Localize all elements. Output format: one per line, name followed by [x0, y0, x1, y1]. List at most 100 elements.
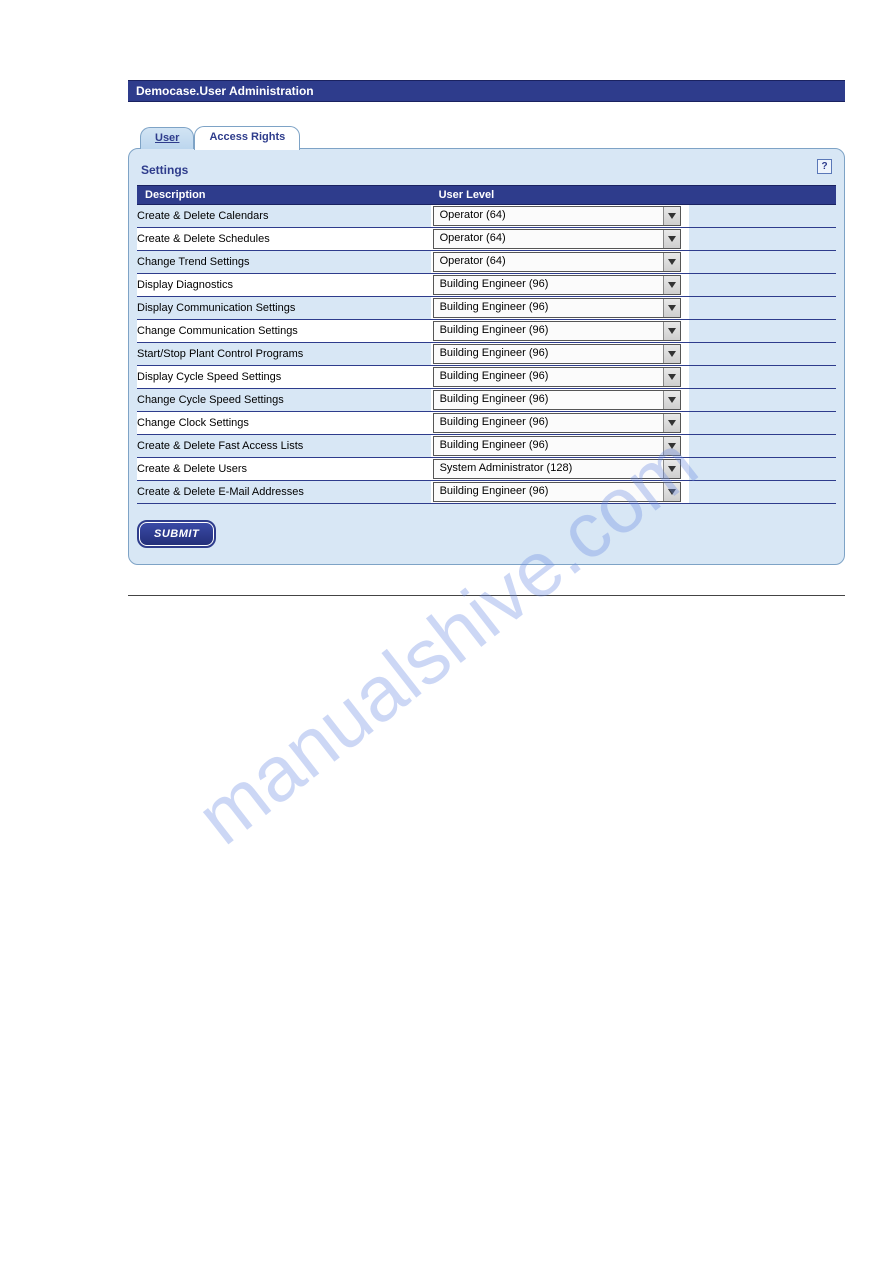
- cell-empty: [689, 251, 836, 274]
- cell-description: Display Cycle Speed Settings: [137, 366, 431, 389]
- table-row: Change Clock SettingsBuilding Engineer (…: [137, 412, 836, 435]
- dropdown-value: Building Engineer (96): [434, 368, 663, 386]
- dropdown-value: Building Engineer (96): [434, 276, 663, 294]
- user-level-dropdown[interactable]: Building Engineer (96): [433, 367, 681, 387]
- cell-user-level: Building Engineer (96): [431, 274, 690, 297]
- dropdown-value: Building Engineer (96): [434, 414, 663, 432]
- user-level-dropdown[interactable]: Building Engineer (96): [433, 298, 681, 318]
- col-header-empty: [689, 186, 836, 205]
- tab-user[interactable]: User: [140, 127, 194, 149]
- dropdown-value: Building Engineer (96): [434, 391, 663, 409]
- cell-description: Create & Delete E-Mail Addresses: [137, 481, 431, 504]
- cell-description: Change Communication Settings: [137, 320, 431, 343]
- cell-empty: [689, 481, 836, 504]
- cell-empty: [689, 343, 836, 366]
- chevron-down-icon: [663, 253, 680, 271]
- tab-access-rights[interactable]: Access Rights: [194, 126, 300, 150]
- cell-description: Change Clock Settings: [137, 412, 431, 435]
- chevron-down-icon: [663, 207, 680, 225]
- cell-empty: [689, 366, 836, 389]
- table-row: Display DiagnosticsBuilding Engineer (96…: [137, 274, 836, 297]
- dropdown-value: System Administrator (128): [434, 460, 663, 478]
- settings-table: Description User Level Create & Delete C…: [137, 185, 836, 504]
- cell-description: Create & Delete Fast Access Lists: [137, 435, 431, 458]
- chevron-down-icon: [663, 483, 680, 501]
- dropdown-value: Building Engineer (96): [434, 437, 663, 455]
- user-level-dropdown[interactable]: Building Engineer (96): [433, 436, 681, 456]
- cell-empty: [689, 274, 836, 297]
- chevron-down-icon: [663, 391, 680, 409]
- col-header-user-level: User Level: [431, 186, 690, 205]
- table-row: Display Communication SettingsBuilding E…: [137, 297, 836, 320]
- cell-empty: [689, 320, 836, 343]
- dropdown-value: Building Engineer (96): [434, 345, 663, 363]
- chevron-down-icon: [663, 299, 680, 317]
- chevron-down-icon: [663, 437, 680, 455]
- table-row: Change Trend SettingsOperator (64): [137, 251, 836, 274]
- table-row: Create & Delete E-Mail AddressesBuilding…: [137, 481, 836, 504]
- cell-user-level: Building Engineer (96): [431, 320, 690, 343]
- cell-empty: [689, 458, 836, 481]
- chevron-down-icon: [663, 414, 680, 432]
- cell-empty: [689, 205, 836, 228]
- cell-user-level: Building Engineer (96): [431, 297, 690, 320]
- cell-user-level: Building Engineer (96): [431, 412, 690, 435]
- user-level-dropdown[interactable]: Building Engineer (96): [433, 482, 681, 502]
- chevron-down-icon: [663, 368, 680, 386]
- cell-description: Create & Delete Users: [137, 458, 431, 481]
- submit-button[interactable]: SUBMIT: [139, 522, 214, 546]
- user-level-dropdown[interactable]: Building Engineer (96): [433, 275, 681, 295]
- table-row: Change Cycle Speed SettingsBuilding Engi…: [137, 389, 836, 412]
- panel-title: Settings: [137, 157, 836, 185]
- cell-empty: [689, 389, 836, 412]
- dropdown-value: Operator (64): [434, 253, 663, 271]
- user-level-dropdown[interactable]: Building Engineer (96): [433, 390, 681, 410]
- chevron-down-icon: [663, 460, 680, 478]
- cell-empty: [689, 412, 836, 435]
- user-level-dropdown[interactable]: Operator (64): [433, 206, 681, 226]
- user-level-dropdown[interactable]: Building Engineer (96): [433, 344, 681, 364]
- tab-strip: User Access Rights: [128, 126, 845, 149]
- cell-empty: [689, 228, 836, 251]
- dropdown-value: Operator (64): [434, 230, 663, 248]
- help-icon[interactable]: ?: [817, 159, 832, 174]
- cell-user-level: Building Engineer (96): [431, 481, 690, 504]
- table-row: Create & Delete Fast Access ListsBuildin…: [137, 435, 836, 458]
- user-level-dropdown[interactable]: Operator (64): [433, 229, 681, 249]
- cell-user-level: Building Engineer (96): [431, 389, 690, 412]
- user-level-dropdown[interactable]: Building Engineer (96): [433, 321, 681, 341]
- cell-user-level: Building Engineer (96): [431, 366, 690, 389]
- cell-user-level: Operator (64): [431, 251, 690, 274]
- chevron-down-icon: [663, 276, 680, 294]
- separator: [128, 595, 845, 596]
- cell-empty: [689, 297, 836, 320]
- title-bar: Democase.User Administration: [128, 80, 845, 102]
- cell-description: Change Cycle Speed Settings: [137, 389, 431, 412]
- user-level-dropdown[interactable]: System Administrator (128): [433, 459, 681, 479]
- table-row: Create & Delete UsersSystem Administrato…: [137, 458, 836, 481]
- user-level-dropdown[interactable]: Building Engineer (96): [433, 413, 681, 433]
- dropdown-value: Building Engineer (96): [434, 483, 663, 501]
- dropdown-value: Building Engineer (96): [434, 322, 663, 340]
- table-row: Create & Delete SchedulesOperator (64): [137, 228, 836, 251]
- cell-description: Display Communication Settings: [137, 297, 431, 320]
- cell-description: Create & Delete Calendars: [137, 205, 431, 228]
- chevron-down-icon: [663, 322, 680, 340]
- user-level-dropdown[interactable]: Operator (64): [433, 252, 681, 272]
- table-row: Change Communication SettingsBuilding En…: [137, 320, 836, 343]
- dropdown-value: Operator (64): [434, 207, 663, 225]
- settings-panel: Settings ? Description User Level Create…: [128, 148, 845, 565]
- cell-description: Change Trend Settings: [137, 251, 431, 274]
- col-header-description: Description: [137, 186, 431, 205]
- cell-empty: [689, 435, 836, 458]
- cell-user-level: System Administrator (128): [431, 458, 690, 481]
- cell-user-level: Operator (64): [431, 205, 690, 228]
- dropdown-value: Building Engineer (96): [434, 299, 663, 317]
- chevron-down-icon: [663, 230, 680, 248]
- table-row: Create & Delete CalendarsOperator (64): [137, 205, 836, 228]
- chevron-down-icon: [663, 345, 680, 363]
- table-row: Display Cycle Speed SettingsBuilding Eng…: [137, 366, 836, 389]
- cell-user-level: Building Engineer (96): [431, 343, 690, 366]
- cell-description: Display Diagnostics: [137, 274, 431, 297]
- cell-user-level: Building Engineer (96): [431, 435, 690, 458]
